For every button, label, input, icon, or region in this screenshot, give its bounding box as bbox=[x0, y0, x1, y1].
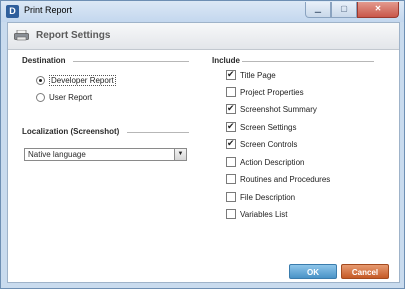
checkbox-screenshot-summary[interactable]: Screenshot Summary bbox=[226, 103, 317, 114]
localization-value: Native language bbox=[28, 150, 86, 159]
checkbox[interactable] bbox=[226, 174, 236, 184]
ok-button[interactable]: OK bbox=[289, 264, 337, 279]
radio-developer-report[interactable]: Developer Report bbox=[36, 75, 116, 86]
printer-icon bbox=[14, 30, 29, 41]
checkbox-label: Variables List bbox=[240, 209, 288, 219]
checkbox-screen-settings[interactable]: Screen Settings bbox=[226, 121, 297, 132]
localization-label: Localization (Screenshot) bbox=[22, 127, 120, 136]
window-title: Print Report bbox=[24, 5, 73, 15]
checkbox-action-description[interactable]: Action Description bbox=[226, 157, 304, 167]
app-icon: D bbox=[6, 5, 19, 18]
radio-label: Developer Report bbox=[49, 75, 116, 86]
dialog-body: Report Settings Destination Developer Re… bbox=[7, 22, 400, 283]
checkbox[interactable] bbox=[226, 157, 236, 167]
checkbox[interactable] bbox=[226, 138, 236, 149]
radio-button-selected[interactable] bbox=[36, 76, 45, 85]
cancel-button[interactable]: Cancel bbox=[341, 264, 389, 279]
checkbox[interactable] bbox=[226, 192, 236, 202]
checkbox-variables-list[interactable]: Variables List bbox=[226, 209, 287, 219]
radio-label: User Report bbox=[49, 93, 93, 102]
radio-button[interactable] bbox=[36, 93, 45, 102]
print-report-window: D Print Report ▁ ▢ ✕ Report Settings Des… bbox=[0, 0, 405, 289]
chevron-down-icon[interactable]: ▼ bbox=[174, 149, 186, 160]
localization-select[interactable]: Native language ▼ bbox=[24, 148, 187, 161]
include-divider bbox=[242, 61, 374, 62]
title-bar: D Print Report ▁ ▢ ✕ bbox=[1, 1, 404, 22]
checkbox-label: File Description bbox=[240, 192, 296, 202]
checkbox-project-properties[interactable]: Project Properties bbox=[226, 87, 304, 97]
checkbox-label: Title Page bbox=[240, 70, 276, 80]
checkbox-label: Project Properties bbox=[240, 87, 304, 97]
window-controls: ▁ ▢ ✕ bbox=[305, 2, 399, 18]
localization-divider bbox=[127, 132, 189, 133]
minimize-button[interactable]: ▁ bbox=[305, 2, 331, 18]
checkbox-label: Screen Controls bbox=[240, 139, 298, 149]
checkbox-routines-procedures[interactable]: Routines and Procedures bbox=[226, 174, 330, 184]
include-label: Include bbox=[212, 56, 241, 65]
checkbox[interactable] bbox=[226, 121, 236, 132]
checkbox-file-description[interactable]: File Description bbox=[226, 192, 295, 202]
checkbox-screen-controls[interactable]: Screen Controls bbox=[226, 138, 298, 149]
radio-user-report[interactable]: User Report bbox=[36, 93, 92, 102]
checkbox[interactable] bbox=[226, 69, 236, 80]
checkbox[interactable] bbox=[226, 87, 236, 97]
close-button[interactable]: ✕ bbox=[357, 2, 399, 18]
dialog-header: Report Settings bbox=[8, 23, 399, 50]
checkbox-label: Routines and Procedures bbox=[240, 174, 331, 184]
maximize-button[interactable]: ▢ bbox=[331, 2, 357, 18]
checkbox-label: Action Description bbox=[240, 157, 305, 167]
destination-divider bbox=[73, 61, 189, 62]
destination-label: Destination bbox=[22, 56, 66, 65]
checkbox[interactable] bbox=[226, 209, 236, 219]
report-settings-title: Report Settings bbox=[36, 30, 111, 41]
checkbox[interactable] bbox=[226, 103, 236, 114]
checkbox-label: Screen Settings bbox=[240, 122, 297, 132]
checkbox-title-page[interactable]: Title Page bbox=[226, 69, 276, 80]
checkbox-label: Screenshot Summary bbox=[240, 104, 317, 114]
